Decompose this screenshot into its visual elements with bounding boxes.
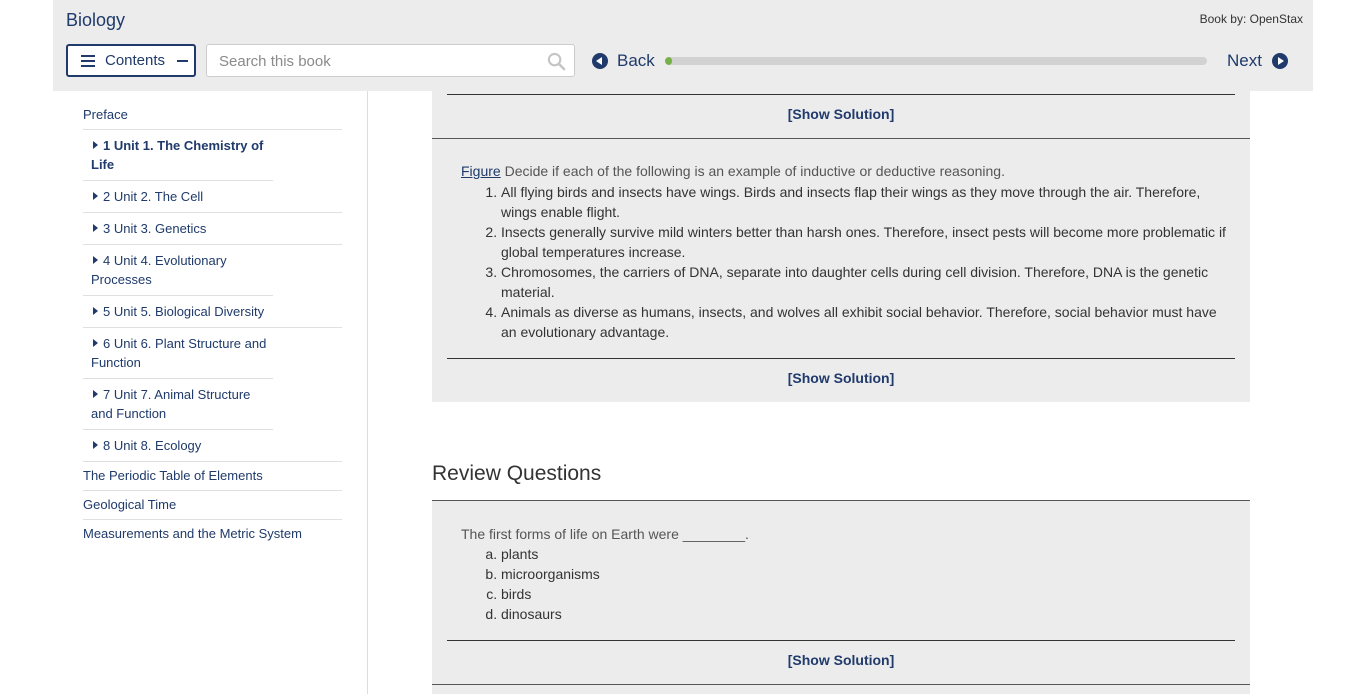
exercise-statements: All flying birds and insects have wings.… [501,182,1231,342]
show-solution-button[interactable]: [Show Solution] [432,106,1250,122]
list-item: birds [501,584,1231,604]
section-heading: Review Questions [432,462,602,485]
back-button[interactable]: Back [592,51,655,71]
toc-item-label: 8 Unit 8. Ecology [103,438,202,453]
toc-item-label: 7 Unit 7. Animal Structure and Function [91,387,251,421]
toc-item-measurements[interactable]: Measurements and the Metric System [83,520,342,548]
toc-item-unit-6[interactable]: 6 Unit 6. Plant Structure and Function [83,328,273,379]
caret-right-icon [93,192,98,200]
exercise-prompt: Figure Decide if each of the following i… [461,163,1005,179]
exercise-prompt-text: Decide if each of the following is an ex… [500,163,1005,179]
list-item: Insects generally survive mild winters b… [501,222,1231,262]
toc-item-unit-8[interactable]: 8 Unit 8. Ecology [83,430,342,462]
figure-link[interactable]: Figure [461,163,501,179]
book-attribution: Book by: OpenStax [1199,12,1303,26]
list-item: microorganisms [501,564,1231,584]
toc-item-label: 4 Unit 4. Evolutionary Processes [91,253,227,287]
toc-item-unit-1[interactable]: 1 Unit 1. The Chemistry of Life [83,130,273,181]
search-box[interactable] [206,44,575,77]
answer-options: plants microorganisms birds dinosaurs [501,544,1231,624]
divider [447,358,1235,359]
exercise-panel: Figure Decide if each of the following i… [432,139,1250,402]
contents-toggle-button[interactable]: Contents [66,44,196,77]
list-item: All flying birds and insects have wings.… [501,182,1231,222]
back-label: Back [617,51,655,70]
caret-right-icon [93,339,98,347]
progress-fill [665,57,672,65]
toc-item-label: 6 Unit 6. Plant Structure and Function [91,336,267,370]
review-question-panel: The first forms of life on Earth were __… [432,501,1250,694]
list-item: Chromosomes, the carriers of DNA, separa… [501,262,1231,302]
arrow-left-circle-icon [592,53,608,69]
search-icon[interactable] [547,52,566,71]
toc-item-label: 3 Unit 3. Genetics [103,221,207,236]
toc-item-label: Geological Time [83,497,177,512]
show-solution-button[interactable]: [Show Solution] [432,370,1250,386]
toc-item-periodic-table[interactable]: The Periodic Table of Elements [83,462,342,491]
list-item: dinosaurs [501,604,1231,624]
top-bar: Biology Book by: OpenStax Contents Back … [53,0,1313,91]
caret-right-icon [93,256,98,264]
arrow-right-circle-icon [1271,53,1288,69]
toc-list: Preface 1 Unit 1. The Chemistry of Life … [83,101,342,548]
show-solution-button[interactable]: [Show Solution] [432,652,1250,668]
review-question-prompt: The first forms of life on Earth were __… [461,526,749,542]
table-of-contents-sidebar: Preface 1 Unit 1. The Chemistry of Life … [53,91,368,694]
toc-item-unit-5[interactable]: 5 Unit 5. Biological Diversity [83,296,342,328]
contents-label: Contents [105,52,166,69]
list-item: plants [501,544,1231,564]
caret-right-icon [93,307,98,315]
toc-item-label: 5 Unit 5. Biological Diversity [103,304,265,319]
minus-icon [177,59,189,62]
toc-item-unit-4[interactable]: 4 Unit 4. Evolutionary Processes [83,245,273,296]
toc-item-geological-time[interactable]: Geological Time [83,491,342,520]
toc-item-unit-7[interactable]: 7 Unit 7. Animal Structure and Function [83,379,273,430]
caret-right-icon [93,224,98,232]
search-input[interactable] [219,52,539,71]
toc-item-label: Measurements and the Metric System [83,526,302,541]
toc-item-label: 1 Unit 1. The Chemistry of Life [91,138,264,172]
exercise-panel-previous: [Show Solution] [432,91,1250,138]
caret-right-icon [93,390,98,398]
divider [447,640,1235,641]
toc-item-preface[interactable]: Preface [83,101,342,130]
divider [447,94,1235,95]
list-item: Animals as diverse as humans, insects, a… [501,302,1231,342]
toc-item-label: 2 Unit 2. The Cell [103,189,204,204]
divider [432,684,1250,685]
book-title[interactable]: Biology [66,10,125,31]
next-label: Next [1227,51,1262,70]
list-icon [81,54,95,67]
toc-item-label: Preface [83,107,128,122]
caret-right-icon [93,141,98,149]
reading-progress-bar [665,57,1207,65]
next-button[interactable]: Next [1227,51,1288,71]
toc-item-unit-2[interactable]: 2 Unit 2. The Cell [83,181,342,213]
caret-right-icon [93,441,98,449]
toc-item-label: The Periodic Table of Elements [83,468,263,483]
toc-item-unit-3[interactable]: 3 Unit 3. Genetics [83,213,342,245]
